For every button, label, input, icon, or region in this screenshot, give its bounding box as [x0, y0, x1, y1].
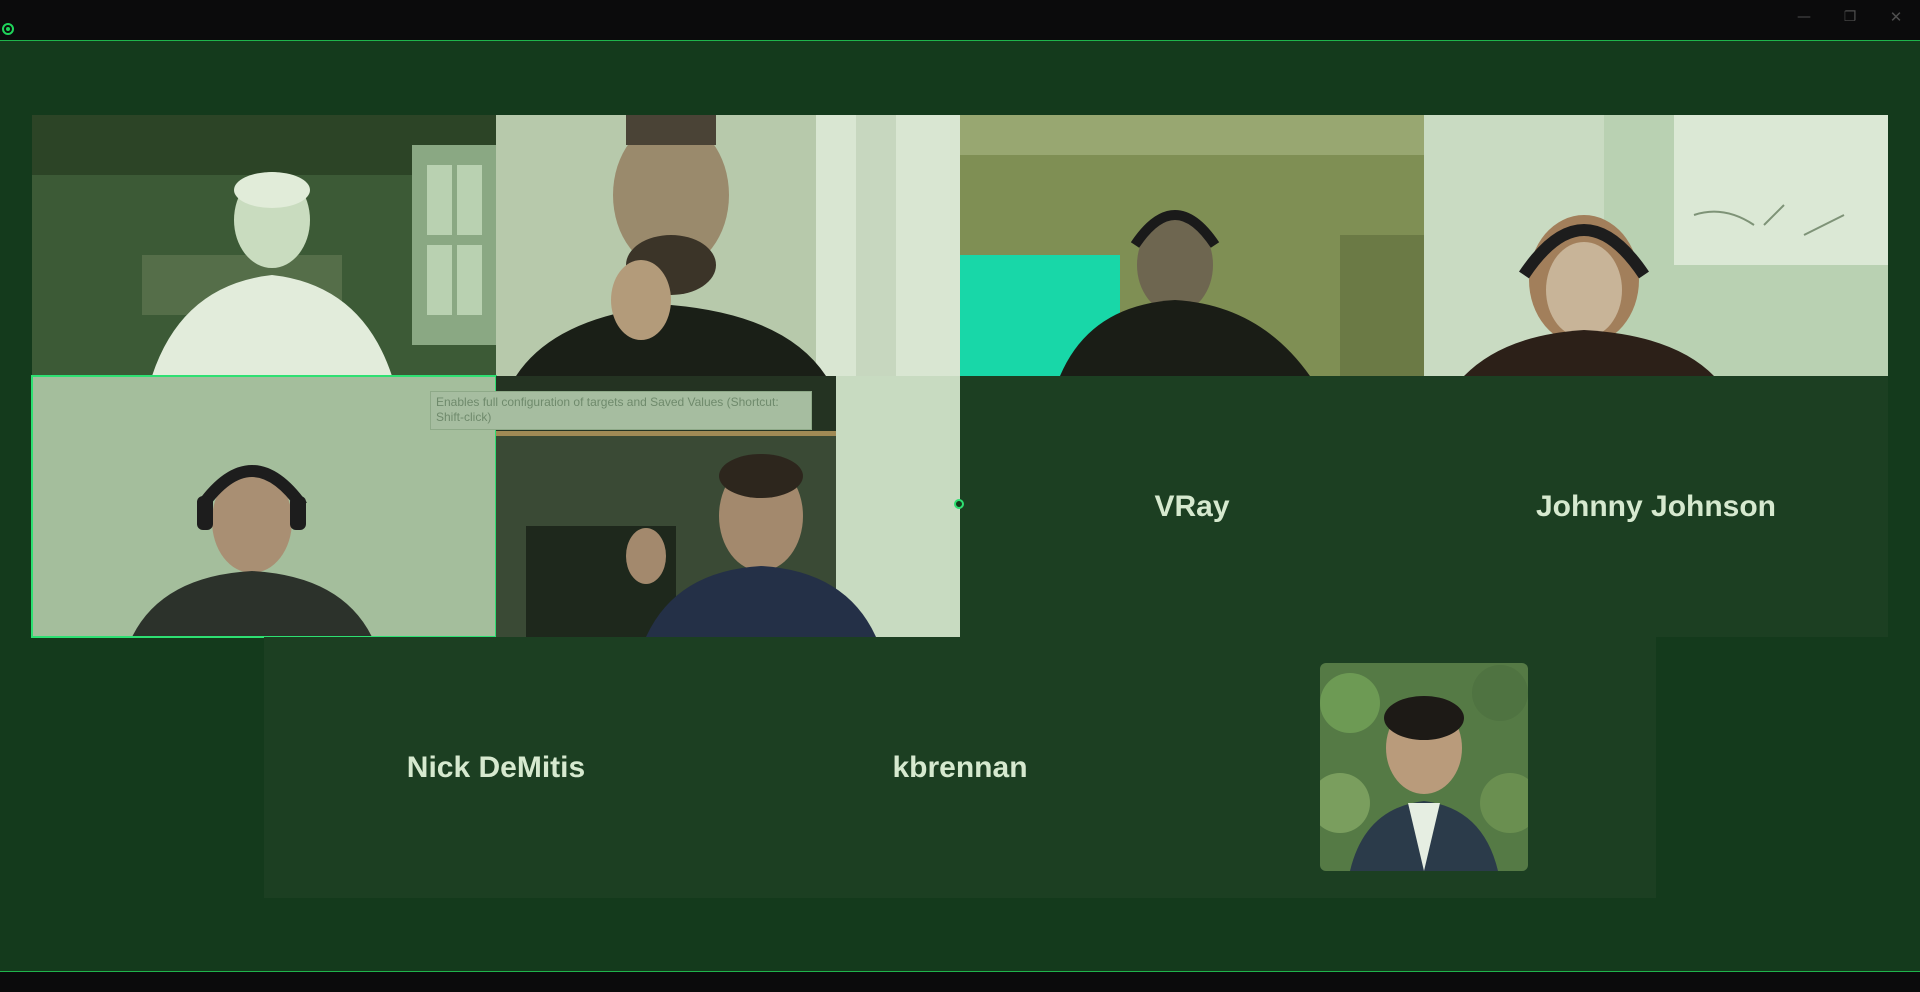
bottom-bar: [0, 972, 1920, 992]
participant-tile-kbrennan[interactable]: kbrennan: [728, 637, 1192, 898]
participant-name: kbrennan: [892, 750, 1028, 784]
participant-tile-johnny-johnson[interactable]: Johnny Johnson: [1424, 376, 1888, 637]
minimize-button[interactable]: —: [1789, 6, 1819, 28]
person-video-icon: [32, 376, 496, 637]
person-video-icon: [1424, 115, 1888, 376]
person-video-icon: [496, 115, 960, 376]
video-tile-participant-5-active-speaker[interactable]: [31, 375, 497, 638]
app-target-icon[interactable]: [2, 23, 14, 35]
profile-photo-icon: [1320, 663, 1528, 871]
video-tile-participant-2[interactable]: [496, 115, 960, 376]
tooltip: Enables full configuration of targets an…: [430, 391, 812, 430]
video-tile-participant-4[interactable]: [1424, 115, 1888, 376]
participant-tile-nick-demitis[interactable]: Nick DeMitis: [264, 637, 728, 898]
person-video-icon: [32, 115, 496, 376]
close-button[interactable]: ✕: [1881, 6, 1911, 28]
video-tile-participant-1[interactable]: [32, 115, 496, 376]
target-marker-icon[interactable]: [954, 499, 964, 509]
title-bar: — ❐ ✕: [0, 0, 1920, 40]
participant-name: Johnny Johnson: [1536, 489, 1776, 523]
person-video-icon: [960, 115, 1424, 376]
participant-name: VRay: [1154, 489, 1230, 523]
participant-tile-profile-photo[interactable]: [1192, 637, 1656, 898]
maximize-button[interactable]: ❐: [1835, 6, 1865, 28]
participant-tile-vray[interactable]: VRay: [960, 376, 1424, 637]
participant-name: Nick DeMitis: [406, 750, 586, 784]
video-tile-participant-3[interactable]: [960, 115, 1424, 376]
